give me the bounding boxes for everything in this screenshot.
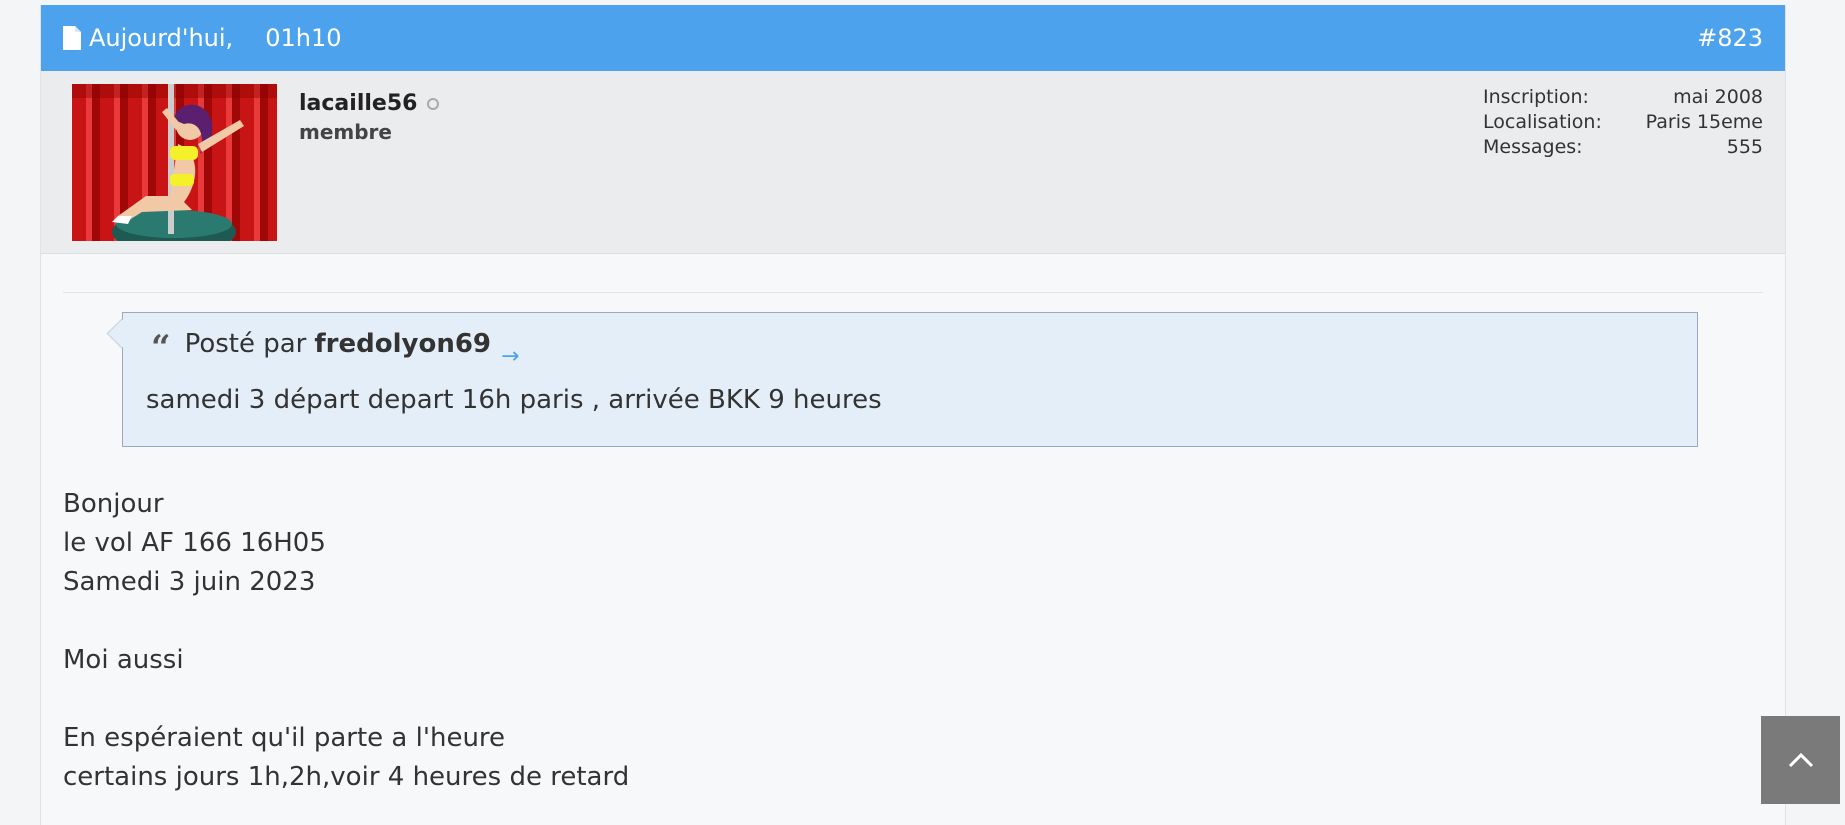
forum-post: Aujourd'hui, 01h10 #823 lacaille56 membr… bbox=[40, 5, 1786, 825]
quote-block: “ Posté par fredolyon69 → samedi 3 dépar… bbox=[106, 312, 1698, 447]
quote-prefix: Posté par bbox=[184, 329, 307, 359]
quote-pointer bbox=[106, 318, 137, 349]
stat-value: 555 bbox=[1726, 136, 1763, 158]
post-time: 01h10 bbox=[265, 24, 342, 52]
stat-label: Localisation: bbox=[1483, 111, 1602, 133]
stat-value: Paris 15eme bbox=[1645, 111, 1763, 133]
scroll-to-top-button[interactable] bbox=[1761, 716, 1840, 804]
offline-dot-icon bbox=[427, 97, 440, 110]
post-content: “ Posté par fredolyon69 → samedi 3 dépar… bbox=[41, 292, 1785, 797]
post-date-label: Aujourd'hui, bbox=[89, 24, 234, 52]
stat-value: mai 2008 bbox=[1673, 86, 1763, 108]
chevron-up-icon bbox=[1788, 752, 1813, 768]
document-icon bbox=[61, 25, 83, 51]
stat-row-messages: Messages: 555 bbox=[1483, 135, 1763, 160]
stat-label: Inscription: bbox=[1483, 86, 1589, 108]
username-text[interactable]: lacaille56 bbox=[299, 91, 417, 116]
user-info: lacaille56 membre bbox=[299, 91, 440, 144]
post-header: Aujourd'hui, 01h10 #823 bbox=[41, 5, 1785, 71]
message-line: En espéraient qu'il parte a l'heure bbox=[63, 723, 506, 753]
stat-label: Messages: bbox=[1483, 136, 1583, 158]
post-number-link[interactable]: #823 bbox=[1697, 24, 1763, 52]
post-date: Aujourd'hui, 01h10 bbox=[61, 24, 341, 52]
quote-icon: “ bbox=[151, 328, 171, 368]
divider bbox=[63, 292, 1763, 293]
quote-text: samedi 3 départ depart 16h paris , arriv… bbox=[146, 385, 882, 415]
quote-author: fredolyon69 bbox=[314, 329, 492, 359]
message-line: Moi aussi bbox=[63, 645, 184, 675]
user-stats: Inscription: mai 2008 Localisation: Pari… bbox=[1483, 85, 1763, 160]
message-body: Bonjour le vol AF 166 16H05 Samedi 3 jui… bbox=[63, 485, 1763, 797]
avatar[interactable] bbox=[72, 84, 277, 241]
message-line bbox=[63, 602, 1763, 641]
message-line bbox=[63, 680, 1763, 719]
message-line: Bonjour bbox=[63, 489, 164, 519]
message-line: le vol AF 166 16H05 bbox=[63, 528, 326, 558]
user-rank: membre bbox=[299, 120, 392, 144]
view-quoted-post-icon[interactable]: → bbox=[501, 344, 519, 369]
message-line: certains jours 1h,2h,voir 4 heures de re… bbox=[63, 762, 630, 792]
message-line: Samedi 3 juin 2023 bbox=[63, 567, 316, 597]
quote-header: “ Posté par fredolyon69 → bbox=[151, 327, 519, 369]
username[interactable]: lacaille56 bbox=[299, 91, 440, 116]
user-bar: lacaille56 membre Inscription: mai 2008 … bbox=[41, 71, 1785, 254]
stat-row-inscription: Inscription: mai 2008 bbox=[1483, 85, 1763, 110]
stat-row-localisation: Localisation: Paris 15eme bbox=[1483, 110, 1763, 135]
